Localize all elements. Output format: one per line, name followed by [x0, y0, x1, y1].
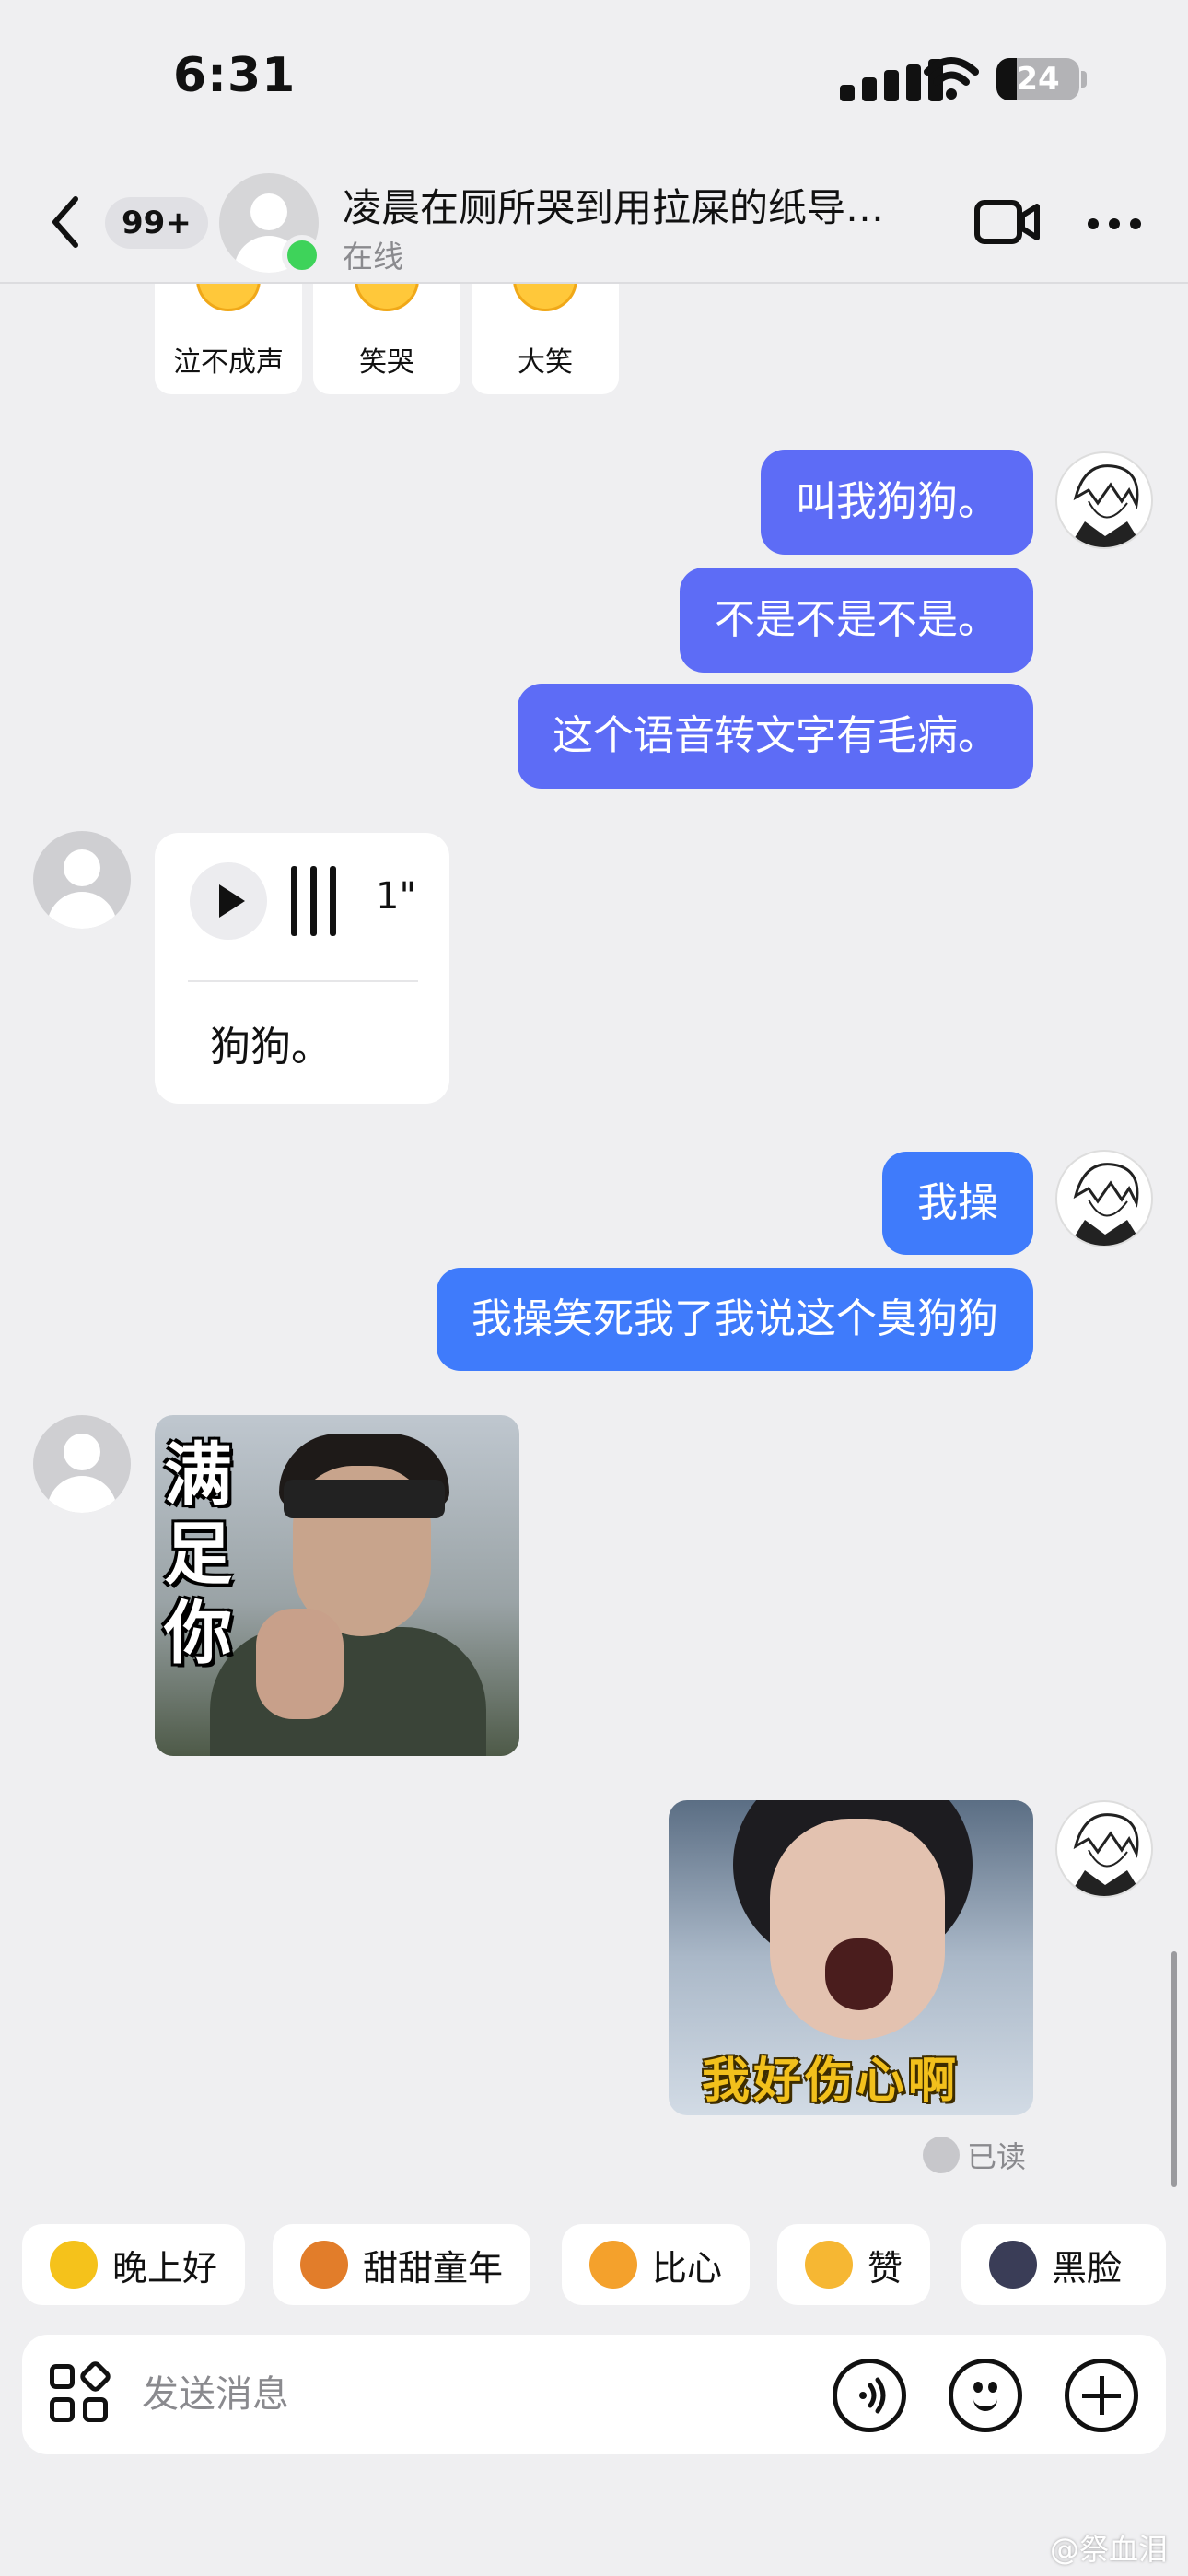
message-input[interactable] [142, 2359, 823, 2430]
thumbs-up-icon [805, 2241, 853, 2289]
video-call-icon[interactable] [974, 197, 1041, 247]
contact-avatar-small[interactable] [33, 1415, 131, 1513]
add-icon[interactable] [1065, 2359, 1138, 2432]
chat-title[interactable]: 凌晨在厕所哭到用拉屎的纸导… [343, 177, 932, 233]
contact-status: 在线 [343, 239, 403, 275]
online-status-dot [282, 235, 322, 275]
candy-icon [300, 2241, 348, 2289]
message-input-bar [22, 2335, 1166, 2454]
my-avatar[interactable] [1055, 451, 1153, 549]
read-receipt: 已读 [923, 2134, 1026, 2176]
message-bubble-sent[interactable]: 我操笑死我了我说这个臭狗狗 [437, 1268, 1033, 1371]
voice-wave-icon [291, 866, 337, 936]
play-icon[interactable] [190, 862, 267, 940]
message-bubble-sent[interactable]: 不是不是不是。 [680, 568, 1033, 673]
voice-input-icon[interactable] [833, 2359, 906, 2432]
manga-avatar-icon [1068, 464, 1144, 547]
emoji-icon[interactable] [949, 2359, 1022, 2432]
voice-duration: 1" [376, 875, 416, 918]
quick-reply-chip[interactable]: 甜甜童年 [273, 2224, 531, 2305]
tears-of-joy-icon [355, 284, 419, 311]
heart-hand-icon [589, 2241, 637, 2289]
voice-transcript: 狗狗。 [210, 1024, 332, 1071]
manga-avatar-icon [1068, 1813, 1144, 1896]
quick-reply-label: 赞 [868, 2247, 903, 2289]
quick-reply-chip[interactable]: 比心 [562, 2224, 751, 2305]
status-time: 6:31 [173, 48, 297, 103]
reaction-crying[interactable]: 泣不成声 [155, 284, 302, 394]
laughing-face-icon [513, 284, 577, 311]
my-avatar[interactable] [1055, 1800, 1153, 1898]
reaction-laughing[interactable]: 大笑 [472, 284, 619, 394]
reaction-tears-of-joy[interactable]: 笑哭 [313, 284, 460, 394]
battery-tip [1081, 71, 1087, 88]
watermark: @祭血泪 [1049, 2532, 1168, 2567]
quick-reply-label: 晚上好 [112, 2247, 218, 2289]
back-chevron-icon[interactable] [48, 193, 81, 251]
quick-reply-label: 甜甜童年 [363, 2247, 504, 2289]
sticker-image-crying[interactable]: 我好伤心啊 [669, 1800, 1033, 2115]
message-bubble-sent[interactable]: 叫我狗狗。 [761, 450, 1033, 555]
apps-grid-icon[interactable] [50, 2359, 113, 2425]
wifi-icon [924, 57, 979, 100]
voice-divider [188, 980, 418, 982]
reaction-label: 大笑 [518, 346, 573, 379]
battery-percent: 24 [1016, 61, 1060, 98]
read-avatar-icon [923, 2137, 960, 2173]
scrollbar[interactable] [1171, 1951, 1177, 2187]
sticker-caption: 满足你 [164, 1435, 232, 1673]
sticker-image-pointing[interactable]: 满足你 [155, 1415, 519, 1756]
reaction-label: 笑哭 [359, 346, 414, 379]
read-status: 已读 [967, 2139, 1027, 2174]
dark-face-icon [989, 2241, 1037, 2289]
sticker-caption: 我好伤心啊 [702, 2054, 961, 2109]
unread-count-badge[interactable]: 99+ [105, 197, 208, 249]
quick-reply-label: 比心 [652, 2247, 723, 2289]
my-avatar[interactable] [1055, 1150, 1153, 1247]
contact-avatar-small[interactable] [33, 831, 131, 929]
message-bubble-sent[interactable]: 我操 [882, 1152, 1033, 1255]
message-bubble-sent[interactable]: 这个语音转文字有毛病。 [518, 684, 1033, 789]
quick-reply-label: 黑脸 [1052, 2247, 1123, 2289]
crying-face-icon [196, 284, 261, 311]
star-icon [50, 2241, 98, 2289]
more-options-icon[interactable] [1087, 217, 1142, 230]
manga-avatar-icon [1068, 1163, 1144, 1246]
quick-reply-chip[interactable]: 晚上好 [22, 2224, 246, 2305]
voice-message[interactable]: 1" 狗狗。 [155, 833, 449, 1104]
battery-level-icon [996, 58, 1017, 100]
quick-reply-chip[interactable]: 赞 [777, 2224, 931, 2305]
battery-indicator: 24 [996, 58, 1079, 100]
quick-reply-chip[interactable]: 黑脸 [961, 2224, 1166, 2305]
reaction-label: 泣不成声 [173, 346, 284, 379]
